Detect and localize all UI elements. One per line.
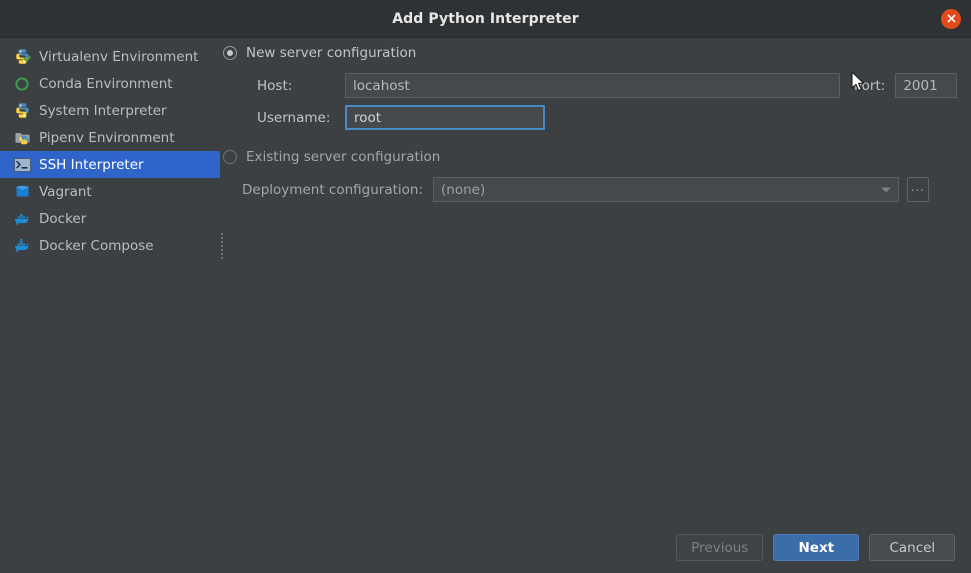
sidebar-item-label: Pipenv Environment bbox=[39, 129, 175, 146]
sidebar-item-docker-compose[interactable]: Docker Compose bbox=[0, 232, 220, 259]
username-label: Username: bbox=[257, 109, 331, 126]
radio-existing-server-configuration[interactable]: Existing server configuration bbox=[223, 144, 957, 170]
next-button[interactable]: Next bbox=[773, 534, 860, 561]
radio-indicator-new-server bbox=[223, 46, 237, 60]
window-title: Add Python Interpreter bbox=[392, 10, 579, 27]
python-virtualenv-icon bbox=[13, 48, 31, 66]
deployment-browse-button[interactable]: ... bbox=[907, 177, 929, 202]
radio-indicator-existing-server bbox=[223, 150, 237, 164]
host-row: Host: Port: bbox=[223, 73, 958, 98]
host-label: Host: bbox=[257, 77, 293, 94]
dialog-footer: Previous Next Cancel bbox=[676, 534, 956, 561]
interpreter-type-sidebar: Virtualenv Environment Conda Environment… bbox=[0, 38, 223, 573]
sidebar-item-label: Docker bbox=[39, 210, 87, 227]
radio-existing-server-label: Existing server configuration bbox=[246, 149, 441, 165]
sidebar-item-label: SSH Interpreter bbox=[39, 156, 144, 173]
sidebar-item-label: Vagrant bbox=[39, 183, 92, 200]
docker-compose-whale-icon bbox=[13, 237, 31, 255]
sidebar-item-system-interpreter[interactable]: System Interpreter bbox=[0, 97, 220, 124]
radio-new-server-label: New server configuration bbox=[246, 45, 417, 61]
close-icon[interactable] bbox=[941, 8, 961, 29]
username-row: Username: bbox=[223, 105, 957, 130]
vagrant-cube-icon bbox=[13, 183, 31, 201]
sidebar-item-docker[interactable]: Docker bbox=[0, 205, 220, 232]
host-input[interactable] bbox=[345, 73, 840, 98]
deployment-configuration-row: Deployment configuration: (none) ... bbox=[223, 177, 957, 202]
sidebar-item-conda-environment[interactable]: Conda Environment bbox=[0, 70, 220, 97]
sidebar-item-ssh-interpreter[interactable]: SSH Interpreter bbox=[0, 151, 220, 178]
deployment-configuration-label: Deployment configuration: bbox=[242, 181, 423, 198]
window-titlebar: Add Python Interpreter bbox=[0, 0, 971, 38]
conda-ring-icon bbox=[13, 75, 31, 93]
dialog-body: Virtualenv Environment Conda Environment… bbox=[0, 38, 971, 573]
port-input[interactable] bbox=[895, 73, 958, 98]
sidebar-item-label: Conda Environment bbox=[39, 75, 173, 92]
chevron-down-icon bbox=[881, 187, 891, 192]
ssh-interpreter-panel: New server configuration Host: Port: Use… bbox=[220, 38, 971, 573]
radio-new-server-configuration[interactable]: New server configuration bbox=[223, 40, 957, 66]
python-icon bbox=[13, 102, 31, 120]
sidebar-item-vagrant[interactable]: Vagrant bbox=[0, 178, 220, 205]
deployment-configuration-value: (none) bbox=[441, 181, 486, 198]
sidebar-item-pipenv-environment[interactable]: Pipenv Environment bbox=[0, 124, 220, 151]
sidebar-item-label: Docker Compose bbox=[39, 237, 154, 254]
cancel-button[interactable]: Cancel bbox=[869, 534, 956, 561]
sidebar-item-label: Virtualenv Environment bbox=[39, 48, 199, 65]
sidebar-item-label: System Interpreter bbox=[39, 102, 167, 119]
docker-whale-icon bbox=[13, 210, 31, 228]
previous-button[interactable]: Previous bbox=[676, 534, 764, 561]
sidebar-item-virtualenv-environment[interactable]: Virtualenv Environment bbox=[0, 43, 220, 70]
port-label: Port: bbox=[854, 77, 886, 94]
username-input[interactable] bbox=[345, 105, 545, 130]
deployment-configuration-dropdown[interactable]: (none) bbox=[433, 177, 899, 202]
terminal-prompt-icon bbox=[13, 156, 31, 174]
pipenv-folder-icon bbox=[13, 129, 31, 147]
